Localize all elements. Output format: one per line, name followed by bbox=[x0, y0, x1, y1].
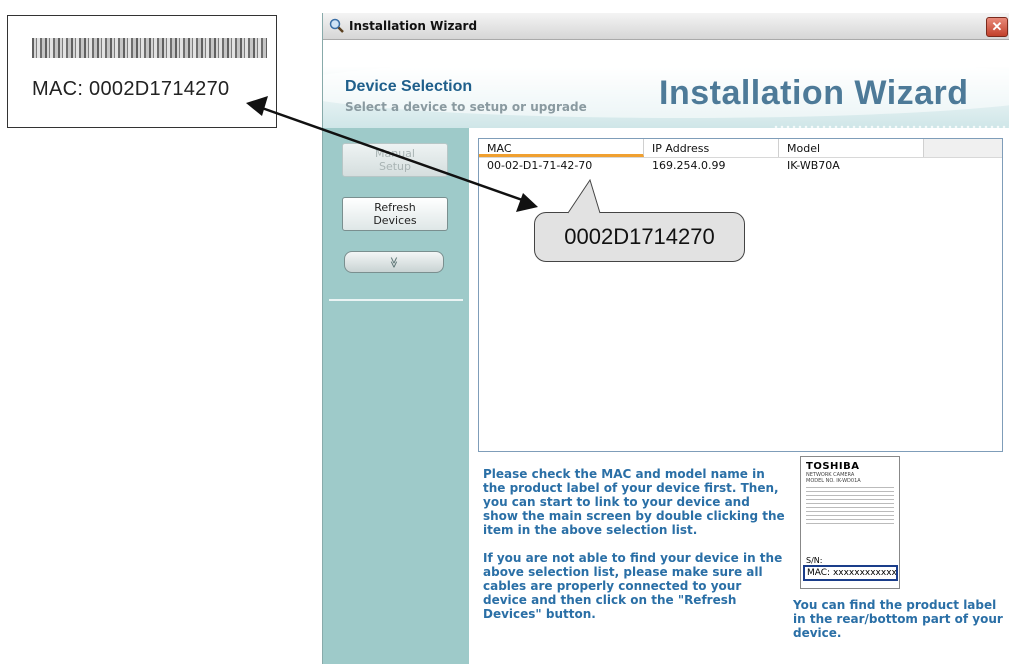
product-label-callout: MAC: 0002D1714270 bbox=[7, 15, 277, 128]
label-brand: TOSHIBA bbox=[806, 461, 860, 472]
product-label-caption: You can find the product label in the re… bbox=[793, 598, 1003, 640]
label-mac-box: MAC: xxxxxxxxxxxx bbox=[803, 565, 898, 581]
title-bar: Installation Wizard ✕ bbox=[323, 13, 1009, 40]
instructions: Please check the MAC and model name in t… bbox=[483, 467, 788, 635]
window-title: Installation Wizard bbox=[349, 19, 478, 33]
refresh-devices-button[interactable]: Refresh Devices bbox=[342, 197, 448, 231]
column-header-ip[interactable]: IP Address bbox=[644, 139, 779, 157]
instruction-paragraph-2: If you are not able to find your device … bbox=[483, 551, 783, 621]
device-mac: 00-02-D1-71-42-70 bbox=[487, 159, 593, 172]
sidebar-divider bbox=[329, 299, 463, 301]
chevron-down-icon: ≫ bbox=[387, 256, 401, 268]
label-mac-text: MAC: 0002D1714270 bbox=[32, 78, 230, 100]
instruction-paragraph-1: Please check the MAC and model name in t… bbox=[483, 467, 785, 537]
refresh-devices-label-1: Refresh bbox=[374, 201, 416, 214]
banner-brand-title: Installation Wizard bbox=[659, 74, 969, 112]
label-line-2: MODEL NO. IK-WD01A bbox=[806, 478, 861, 484]
step-subheading: Select a device to setup or upgrade bbox=[345, 100, 587, 114]
device-list[interactable]: MAC IP Address Model 00-02-D1-71-42-70 1… bbox=[478, 138, 1003, 452]
device-list-header: MAC IP Address Model bbox=[479, 139, 1002, 158]
label-fine-print bbox=[806, 487, 894, 525]
barcode-image bbox=[32, 38, 267, 58]
installation-wizard-window: Installation Wizard ✕ Device Selection S… bbox=[322, 13, 1009, 664]
manual-setup-button[interactable]: Manual Setup bbox=[342, 143, 448, 177]
manual-setup-label-2: Setup bbox=[378, 160, 412, 173]
device-model: IK-WB70A bbox=[787, 159, 840, 172]
label-sn: S/N: bbox=[806, 556, 823, 565]
column-header-model[interactable]: Model bbox=[779, 139, 924, 157]
manual-setup-label-1: Manual bbox=[375, 147, 415, 160]
mac-callout-bubble: 0002D1714270 bbox=[534, 212, 745, 262]
step-heading: Device Selection bbox=[345, 78, 473, 95]
product-label-image: TOSHIBA NETWORK CAMERA MODEL NO. IK-WD01… bbox=[800, 456, 900, 589]
banner-dots bbox=[773, 124, 1009, 128]
refresh-devices-label-2: Devices bbox=[373, 214, 417, 227]
magnifier-icon bbox=[329, 18, 345, 34]
wizard-banner: Device Selection Select a device to setu… bbox=[323, 40, 1009, 128]
expand-button[interactable]: ≫ bbox=[344, 251, 444, 273]
list-item[interactable]: 00-02-D1-71-42-70 169.254.0.99 IK-WB70A bbox=[479, 158, 1002, 174]
close-button[interactable]: ✕ bbox=[986, 17, 1008, 37]
sidebar: Manual Setup Refresh Devices ≫ bbox=[323, 128, 469, 664]
column-header-mac[interactable]: MAC bbox=[479, 139, 644, 157]
column-header-empty bbox=[924, 139, 1002, 157]
device-ip: 169.254.0.99 bbox=[652, 159, 726, 172]
